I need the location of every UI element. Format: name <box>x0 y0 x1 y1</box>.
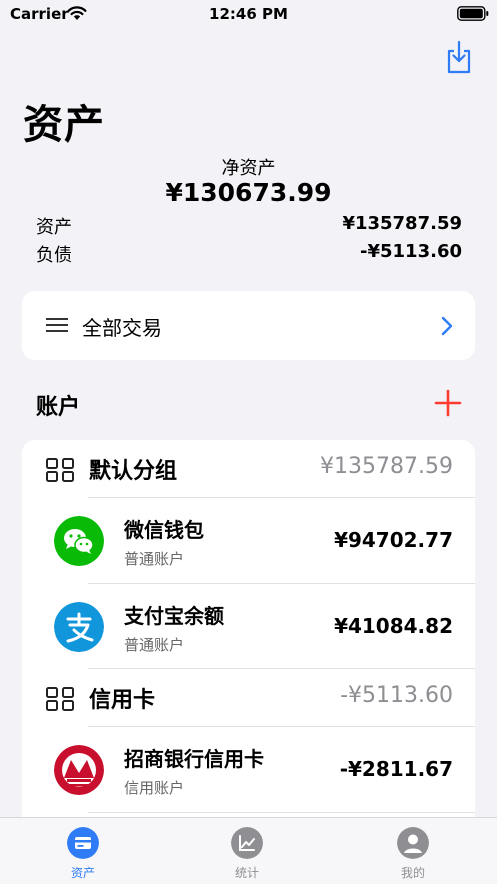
group-amount: -¥5113.60 <box>340 683 453 708</box>
tab-stats-label: 统计 <box>234 866 259 880</box>
accounts-title: 账户 <box>36 395 81 420</box>
debt-label: 负债 <box>36 245 72 266</box>
tab-me-label: 我的 <box>400 866 425 880</box>
chevron-right-icon <box>441 316 453 336</box>
menu-icon <box>46 318 68 332</box>
battery-icon <box>457 6 489 21</box>
card-icon <box>67 827 99 859</box>
group-amount: ¥135787.59 <box>320 454 453 479</box>
debt-row: 负债 -¥5113.60 <box>36 241 462 267</box>
tab-stats[interactable]: 统计 <box>187 818 307 884</box>
account-name: 招商银行信用卡 <box>124 747 264 771</box>
account-type: 普通账户 <box>124 550 185 568</box>
page-title: 资产 <box>23 102 105 148</box>
group-name: 信用卡 <box>89 688 156 713</box>
account-item-cmb[interactable]: 招商银行信用卡 信用账户 -¥2811.67 <box>22 727 475 812</box>
assets-row: 资产 ¥135787.59 <box>36 213 462 239</box>
account-item-alipay[interactable]: 支付宝余额 普通账户 ¥41084.82 <box>22 584 475 669</box>
clock: 12:46 PM <box>209 5 288 23</box>
wechat-icon <box>54 516 104 566</box>
all-transactions-button[interactable]: 全部交易 <box>22 291 475 360</box>
account-name: 支付宝余额 <box>124 604 224 628</box>
debt-value: -¥5113.60 <box>360 241 462 262</box>
chart-icon <box>231 827 263 859</box>
all-transactions-label: 全部交易 <box>82 316 162 340</box>
divider <box>88 812 475 813</box>
cmb-icon <box>54 745 104 795</box>
account-type: 普通账户 <box>124 636 185 654</box>
assets-label: 资产 <box>36 217 72 238</box>
group-name: 默认分组 <box>89 459 178 484</box>
accounts-list: 默认分组 ¥135787.59 微信钱包 普通账户 ¥94702.77 支付宝余… <box>22 440 475 860</box>
account-amount: ¥94702.77 <box>334 528 453 552</box>
tab-assets[interactable]: 资产 <box>23 818 143 884</box>
assets-value: ¥135787.59 <box>342 213 462 234</box>
net-assets-label: 净资产 <box>221 158 276 179</box>
account-group-credit[interactable]: 信用卡 -¥5113.60 <box>22 669 475 727</box>
status-bar: Carrier 12:46 PM <box>0 0 497 28</box>
account-amount: ¥41084.82 <box>334 614 453 638</box>
tab-assets-label: 资产 <box>70 866 95 880</box>
net-assets-value: ¥130673.99 <box>165 178 332 207</box>
account-item-wechat[interactable]: 微信钱包 普通账户 ¥94702.77 <box>22 498 475 583</box>
tab-me[interactable]: 我的 <box>353 818 473 884</box>
add-account-icon[interactable] <box>434 389 462 417</box>
grid-icon <box>46 458 74 482</box>
account-name: 微信钱包 <box>124 518 204 542</box>
account-group-default[interactable]: 默认分组 ¥135787.59 <box>22 440 475 498</box>
grid-icon <box>46 687 74 711</box>
person-icon <box>397 827 429 859</box>
account-amount: -¥2811.67 <box>339 757 453 781</box>
alipay-icon <box>54 602 104 652</box>
export-icon[interactable] <box>445 40 473 74</box>
account-type: 信用账户 <box>124 779 185 797</box>
tab-bar: 资产 统计 我的 <box>0 817 497 884</box>
